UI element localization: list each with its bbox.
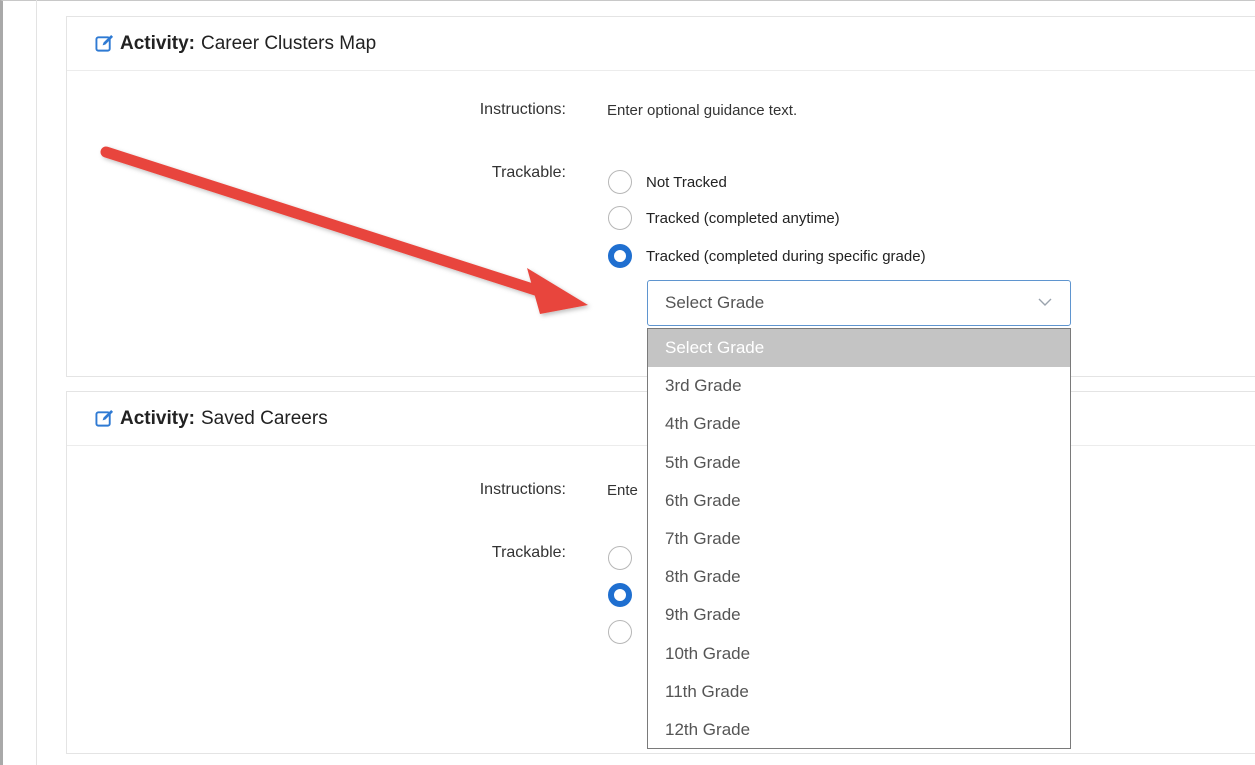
grade-option-12th[interactable]: 12th Grade [648,711,1070,749]
radio-button[interactable] [608,546,632,570]
grade-option-10th[interactable]: 10th Grade [648,635,1070,673]
radio-tracked-anytime[interactable]: Tracked (completed anytime) [608,206,840,230]
instructions-value[interactable]: Ente [607,482,638,499]
radio-tracked-specific-grade[interactable]: Tracked (completed during specific grade… [608,244,926,268]
grade-dropdown-list[interactable]: Select Grade 3rd Grade 4th Grade 5th Gra… [647,328,1071,749]
activity-title: Career Clusters Map [200,32,377,54]
content-divider [36,0,37,765]
activity-title: Saved Careers [200,407,328,429]
grade-option-8th[interactable]: 8th Grade [648,558,1070,596]
edit-icon[interactable] [95,34,114,53]
chevron-down-icon[interactable] [1038,295,1052,309]
instructions-label: Instructions: [479,481,566,498]
radio-label: Tracked (completed during specific grade… [646,247,926,265]
radio-button-checked[interactable] [608,244,632,268]
trackable-label: Trackable: [491,164,566,181]
radio-option-2[interactable] [608,583,646,607]
grade-option-6th[interactable]: 6th Grade [648,482,1070,520]
instructions-value[interactable]: Enter optional guidance text. [607,102,797,119]
radio-not-tracked[interactable]: Not Tracked [608,170,727,194]
grade-option-5th[interactable]: 5th Grade [648,444,1070,482]
instructions-label: Instructions: [479,101,566,118]
radio-button-checked[interactable] [608,583,632,607]
grade-option-select-grade[interactable]: Select Grade [648,329,1070,368]
edit-icon[interactable] [95,409,114,428]
trackable-label: Trackable: [491,544,566,561]
radio-button[interactable] [608,170,632,194]
grade-option-7th[interactable]: 7th Grade [648,520,1070,558]
radio-label: Not Tracked [646,173,727,191]
radio-button[interactable] [608,620,632,644]
radio-option-1[interactable] [608,546,646,570]
grade-option-4th[interactable]: 4th Grade [648,405,1070,443]
grade-select-value: Select Grade [665,293,765,312]
grade-option-3rd[interactable]: 3rd Grade [648,367,1070,405]
grade-option-9th[interactable]: 9th Grade [648,596,1070,634]
radio-label: Tracked (completed anytime) [646,209,840,227]
activity-prefix: Activity: [120,32,195,54]
grade-option-11th[interactable]: 11th Grade [648,673,1070,711]
activity-header: Activity: Career Clusters Map [67,17,1255,71]
grade-select[interactable]: Select Grade [647,280,1071,326]
radio-button[interactable] [608,206,632,230]
activity-prefix: Activity: [120,407,195,429]
radio-option-3[interactable] [608,620,646,644]
